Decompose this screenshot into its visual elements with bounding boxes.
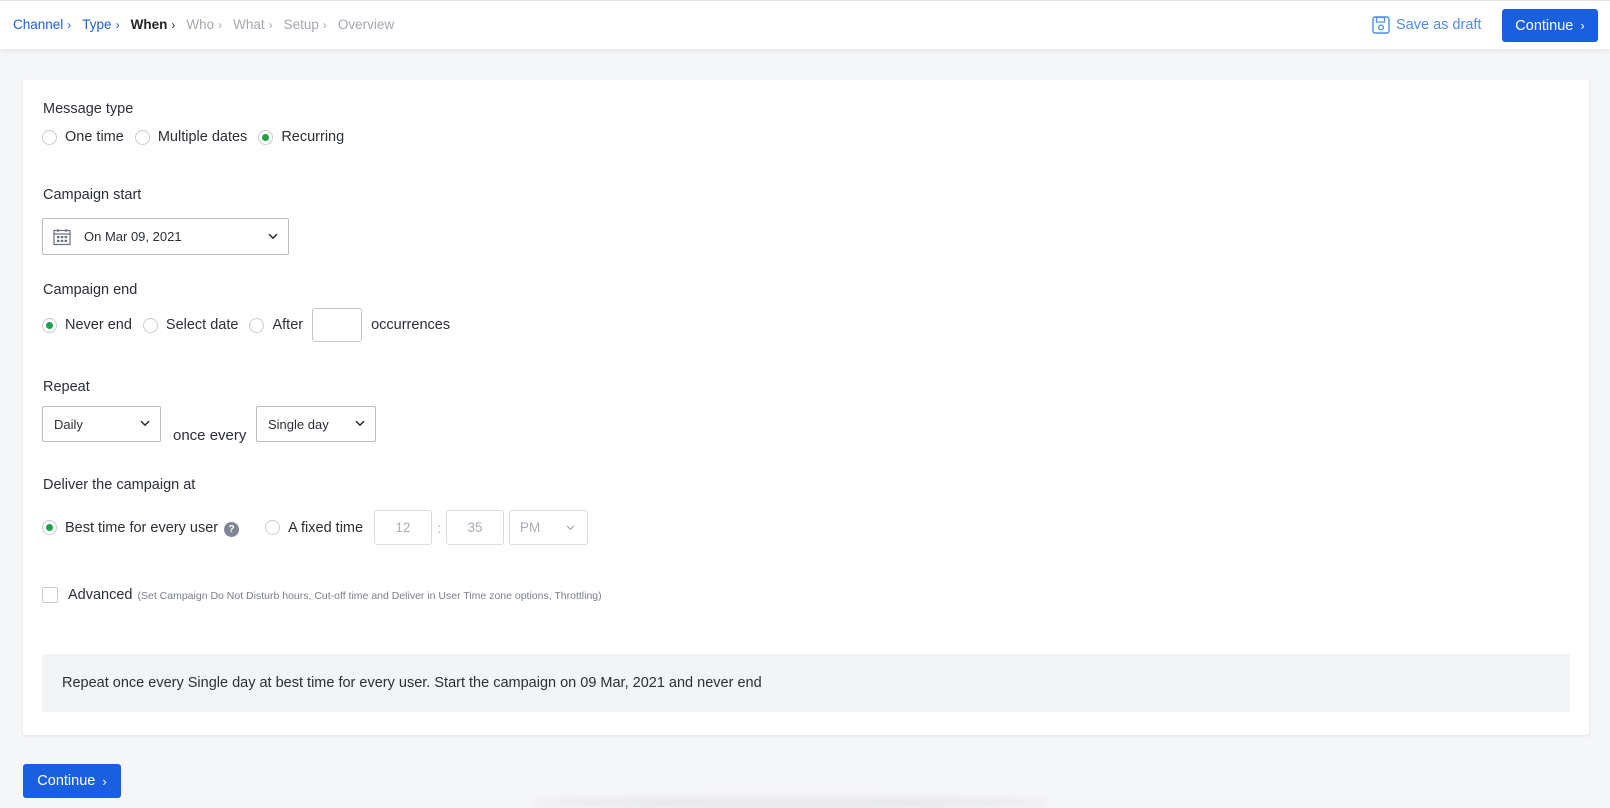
repeat-interval-select[interactable]: Single day	[256, 406, 376, 442]
breadcrumb-label: Type	[82, 17, 112, 32]
time-separator: :	[437, 519, 441, 536]
breadcrumb-label: Overview	[337, 17, 395, 32]
radio-circle-selected[interactable]	[42, 520, 57, 535]
campaign-start-date-picker[interactable]: On Mar 09, 2021	[42, 218, 289, 255]
deliver-label: Deliver the campaign at	[43, 477, 196, 493]
campaign-start-label: Campaign start	[43, 187, 142, 203]
chevron-right-icon: ›	[322, 17, 327, 32]
chevron-right-icon: ›	[171, 17, 176, 32]
continue-label: Continue	[1515, 17, 1574, 34]
chevron-down-icon	[355, 420, 365, 427]
radio-circle[interactable]	[249, 317, 265, 333]
repeat-frequency-select[interactable]: Daily	[42, 406, 161, 442]
continue-button-bottom[interactable]: Continue ›	[23, 764, 121, 798]
breadcrumb-label: Who	[186, 17, 215, 32]
radio-label: Select date	[165, 317, 239, 333]
chevron-down-icon	[566, 525, 575, 531]
repeat-connector-text: once every	[173, 427, 247, 444]
radio-label: Recurring	[281, 129, 345, 145]
radio-circle-selected[interactable]	[42, 317, 57, 333]
breadcrumb-setup: Setup ›	[284, 17, 327, 32]
bottom-shadow	[530, 796, 1050, 808]
radio-fixed-time[interactable]: A fixed time	[265, 520, 363, 536]
minute-input[interactable]: 35	[445, 510, 504, 545]
save-icon	[1372, 16, 1390, 34]
radio-circle[interactable]	[142, 317, 158, 333]
breadcrumb-label: What	[233, 17, 265, 32]
breadcrumb-label: When	[130, 17, 168, 32]
campaign-end-radio-group: Never end Select date After occurrences	[42, 308, 450, 342]
advanced-checkbox[interactable]	[42, 587, 58, 603]
continue-button-top[interactable]: Continue ›	[1502, 9, 1598, 42]
save-as-draft-label: Save as draft	[1396, 17, 1482, 33]
radio-recurring[interactable]: Recurring	[258, 129, 344, 145]
message-type-label: Message type	[43, 101, 134, 117]
radio-select-date[interactable]: Select date	[142, 317, 239, 333]
advanced-row: Advanced (Set Campaign Do Not Disturb ho…	[42, 587, 602, 603]
campaign-end-label: Campaign end	[43, 282, 138, 298]
repeat-label: Repeat	[43, 379, 90, 395]
chevron-down-icon	[140, 420, 150, 427]
advanced-hint: (Set Campaign Do Not Disturb hours, Cut-…	[137, 590, 602, 602]
radio-best-time[interactable]: Best time for every user ?	[42, 519, 240, 537]
radio-multiple-dates[interactable]: Multiple dates	[134, 129, 248, 145]
chevron-right-icon: ›	[1580, 18, 1585, 33]
ampm-select[interactable]: PM	[508, 510, 588, 545]
chevron-right-icon: ›	[102, 773, 107, 789]
chevron-right-icon: ›	[115, 17, 120, 32]
ampm-value: PM	[519, 520, 541, 535]
radio-never-end[interactable]: Never end	[42, 317, 132, 333]
deliver-radio-group: Best time for every user ? A fixed time …	[42, 510, 588, 545]
radio-circle-selected[interactable]	[258, 129, 274, 145]
radio-circle[interactable]	[265, 520, 281, 535]
continue-label: Continue	[37, 773, 96, 789]
hour-input[interactable]: 12	[374, 510, 433, 545]
help-icon[interactable]: ?	[224, 521, 240, 537]
breadcrumb-overview: Overview	[338, 17, 394, 32]
chevron-right-icon: ›	[218, 17, 223, 32]
chevron-down-icon	[268, 233, 278, 239]
radio-label: After	[272, 317, 304, 333]
campaign-start-value: On Mar 09, 2021	[84, 229, 182, 244]
repeat-frequency-value: Daily	[54, 416, 83, 432]
breadcrumb: Channel › Type › When › Who › What › Setup › O…	[13, 17, 405, 32]
save-as-draft-button[interactable]: Save as draft	[1372, 16, 1481, 34]
radio-label: Best time for every user	[65, 519, 219, 536]
breadcrumb-type[interactable]: Type ›	[82, 17, 119, 32]
radio-label: One time	[65, 129, 124, 145]
breadcrumb-who: Who ›	[186, 17, 222, 32]
radio-one-time[interactable]: One time	[42, 129, 124, 145]
occurrences-label: occurrences	[371, 317, 451, 333]
repeat-interval-value: Single day	[268, 416, 329, 432]
radio-circle[interactable]	[42, 129, 57, 145]
occurrences-input[interactable]	[312, 308, 363, 342]
breadcrumb-channel[interactable]: Channel ›	[13, 17, 71, 32]
radio-label: Multiple dates	[157, 129, 248, 145]
chevron-right-icon: ›	[268, 17, 273, 32]
breadcrumb-what: What ›	[233, 17, 273, 32]
breadcrumb-label: Setup	[283, 17, 319, 32]
chevron-right-icon: ›	[67, 17, 72, 32]
schedule-summary: Repeat once every Single day at best tim…	[42, 654, 1570, 712]
breadcrumb-label: Channel	[13, 17, 64, 32]
summary-text: Repeat once every Single day at best tim…	[62, 675, 762, 691]
top-bar: Channel › Type › When › Who › What › Setup › O…	[0, 0, 1610, 49]
radio-label: A fixed time	[288, 519, 364, 536]
schedule-card: Message type One time Multiple dates Rec…	[23, 80, 1589, 735]
message-type-radio-group: One time Multiple dates Recurring	[42, 129, 355, 145]
radio-circle[interactable]	[134, 129, 150, 145]
radio-label: Never end	[65, 317, 132, 333]
advanced-label: Advanced	[68, 587, 133, 603]
breadcrumb-when: When ›	[131, 17, 176, 32]
calendar-icon	[53, 229, 71, 246]
radio-after[interactable]: After	[249, 317, 303, 333]
